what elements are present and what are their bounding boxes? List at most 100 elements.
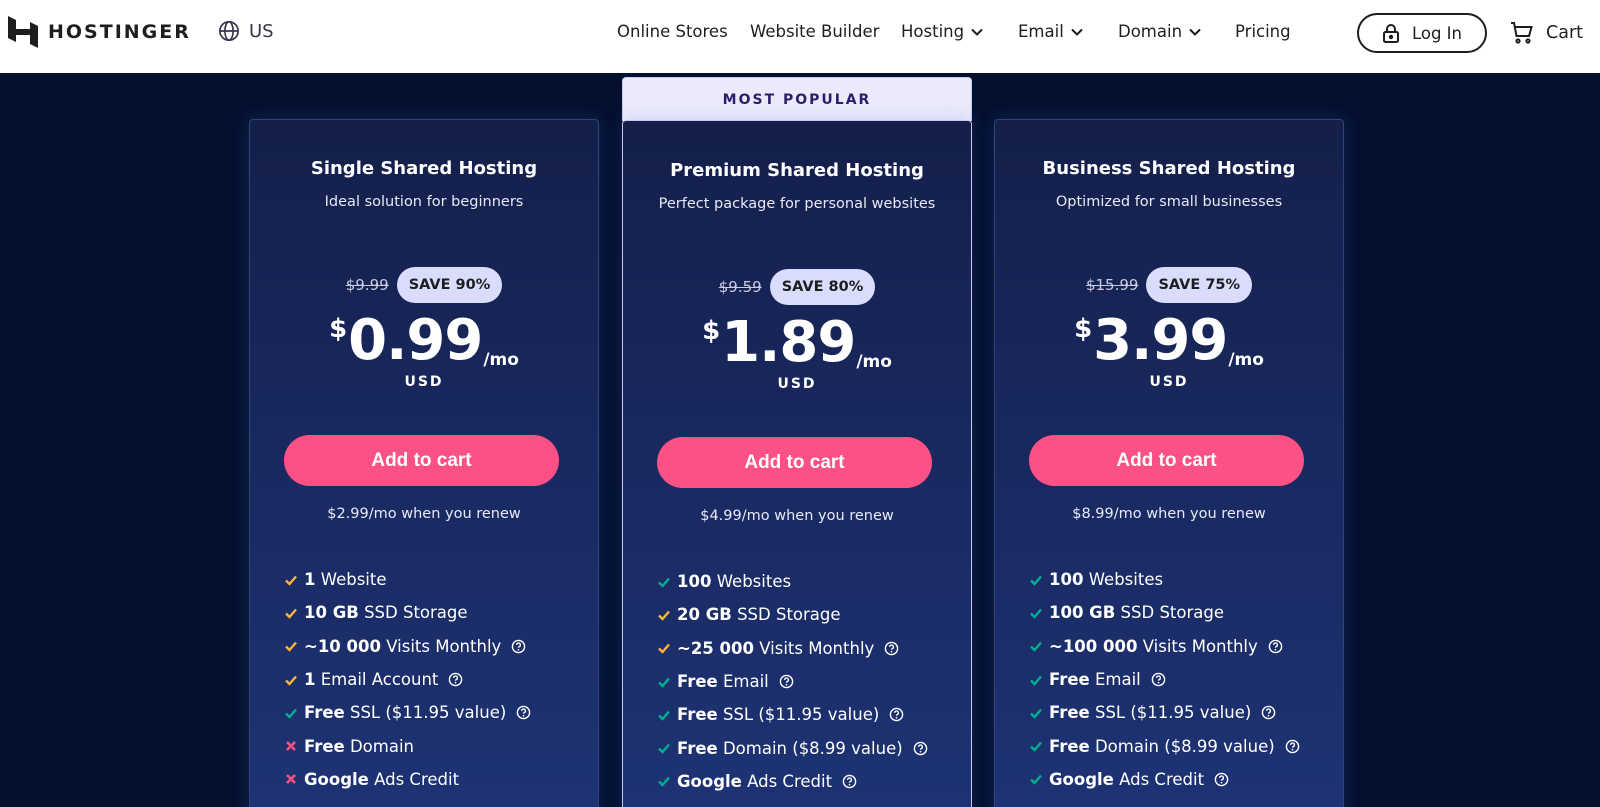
feature-text: Free Domain ($8.99 value) — [677, 739, 903, 758]
feature-text: ~25 000 Visits Monthly — [677, 639, 874, 658]
current-price: $ 3.99 /mo — [995, 310, 1343, 372]
nav-label: Email — [1018, 22, 1064, 41]
plan-card-business: Business Shared Hosting Optimized for sma… — [994, 119, 1344, 807]
help-circle-icon[interactable] — [913, 741, 928, 756]
current-price: $ 1.89 /mo — [623, 312, 971, 374]
chevron-down-icon — [1189, 28, 1201, 36]
feature-label: Ads Credit — [368, 769, 460, 789]
check-icon — [1030, 675, 1042, 686]
help-circle-icon[interactable] — [779, 674, 794, 689]
feature-item: Free Domain — [284, 729, 531, 762]
nav-pricing[interactable]: Pricing — [1235, 22, 1291, 41]
renewal-price: $8.99/mo when you renew — [1072, 506, 1266, 522]
check-icon — [1030, 741, 1042, 752]
help-circle-icon[interactable] — [1151, 672, 1166, 687]
help-circle-icon[interactable] — [511, 639, 526, 654]
feature-highlight: Google — [677, 771, 742, 791]
feature-highlight: ~25 000 — [677, 638, 754, 658]
nav-hosting[interactable]: Hosting — [901, 22, 984, 41]
help-circle-icon[interactable] — [1268, 639, 1283, 654]
feature-label: Email — [717, 672, 769, 692]
feature-label: SSL ($11.95 value) — [717, 705, 880, 725]
cart-link[interactable]: Cart — [1510, 21, 1583, 45]
nav-website-builder[interactable]: Website Builder — [750, 22, 879, 41]
feature-label: Domain — [344, 736, 415, 756]
feature-highlight: 10 GB — [304, 603, 359, 623]
shopping-cart-icon — [1511, 22, 1533, 44]
check-icon — [658, 743, 670, 754]
check-icon — [1030, 641, 1042, 652]
nav-online-stores[interactable]: Online Stores — [617, 22, 728, 41]
feature-label: Visits Monthly — [1137, 636, 1258, 656]
login-label: Log In — [1411, 23, 1463, 43]
login-button[interactable]: Log In — [1357, 13, 1487, 53]
currency-symbol: $ — [702, 316, 721, 346]
help-circle-icon[interactable] — [1261, 705, 1276, 720]
save-badge: SAVE 75% — [1146, 267, 1253, 303]
help-circle-icon[interactable] — [842, 774, 857, 789]
feature-label: Website — [315, 570, 387, 590]
feature-label: Websites — [1083, 570, 1164, 590]
help-circle-icon[interactable] — [1214, 772, 1229, 787]
feature-item: Google Ads Credit — [657, 765, 928, 798]
add-to-cart-button[interactable]: Add to cart — [284, 435, 559, 486]
feature-list: 100 Websites 100 GB SSD Storage ~100 000… — [1029, 563, 1300, 796]
renewal-price: $2.99/mo when you renew — [327, 506, 521, 522]
feature-label: Domain ($8.99 value) — [1089, 736, 1275, 756]
help-circle-icon[interactable] — [1285, 739, 1300, 754]
check-icon — [658, 643, 670, 654]
feature-highlight: Free — [1049, 736, 1090, 756]
add-to-cart-button[interactable]: Add to cart — [1029, 435, 1304, 486]
check-icon — [285, 608, 297, 619]
check-icon — [1030, 575, 1042, 586]
feature-item: ~100 000 Visits Monthly — [1029, 630, 1300, 663]
help-circle-icon[interactable] — [516, 705, 531, 720]
feature-item: Free Email — [1029, 663, 1300, 696]
feature-text: Free SSL ($11.95 value) — [1049, 703, 1251, 722]
feature-label: Email Account — [315, 670, 439, 690]
check-icon — [658, 710, 670, 721]
most-popular-badge: MOST POPULAR — [622, 77, 972, 121]
renewal-price: $4.99/mo when you renew — [700, 508, 894, 524]
nav-label: Website Builder — [750, 22, 880, 41]
feature-highlight: 20 GB — [677, 605, 732, 625]
feature-label: Ads Credit — [1113, 769, 1205, 789]
plan-description: Perfect package for personal websites — [658, 196, 936, 212]
feature-item: Free Domain ($8.99 value) — [657, 731, 928, 764]
feature-text: 1 Email Account — [304, 670, 438, 689]
check-icon — [658, 577, 670, 588]
plan-name: Single Shared Hosting — [310, 158, 538, 179]
nav-label: Pricing — [1235, 22, 1291, 41]
plan-description: Ideal solution for beginners — [324, 194, 524, 210]
cart-label: Cart — [1546, 23, 1583, 43]
price-amount: 1.89 — [721, 310, 856, 375]
feature-highlight: Google — [304, 769, 369, 789]
check-icon — [658, 677, 670, 688]
check-icon — [658, 610, 670, 621]
original-price: $15.99 — [1085, 276, 1139, 294]
add-to-cart-button[interactable]: Add to cart — [657, 437, 932, 488]
check-icon — [285, 575, 297, 586]
currency-code: USD — [777, 376, 817, 392]
feature-text: ~10 000 Visits Monthly — [304, 637, 501, 656]
check-icon — [1030, 708, 1042, 719]
feature-text: 1 Website — [304, 570, 387, 589]
help-circle-icon[interactable] — [889, 707, 904, 722]
price-amount: 0.99 — [348, 308, 483, 373]
feature-highlight: Free — [304, 703, 345, 723]
feature-label: Ads Credit — [741, 771, 833, 791]
feature-item: Free Email — [657, 665, 928, 698]
cross-icon — [286, 774, 296, 785]
feature-text: Free Email — [1049, 670, 1141, 689]
nav-email[interactable]: Email — [1018, 22, 1084, 41]
nav-domain[interactable]: Domain — [1118, 22, 1202, 41]
chevron-down-icon — [971, 28, 983, 36]
feature-text: Free Domain — [304, 737, 414, 756]
nav-label: Hosting — [901, 22, 965, 41]
feature-item: 10 GB SSD Storage — [284, 596, 531, 629]
feature-item: Free SSL ($11.95 value) — [284, 696, 531, 729]
help-circle-icon[interactable] — [884, 641, 899, 656]
help-circle-icon[interactable] — [448, 672, 463, 687]
feature-highlight: Free — [677, 738, 718, 758]
check-icon — [285, 675, 297, 686]
